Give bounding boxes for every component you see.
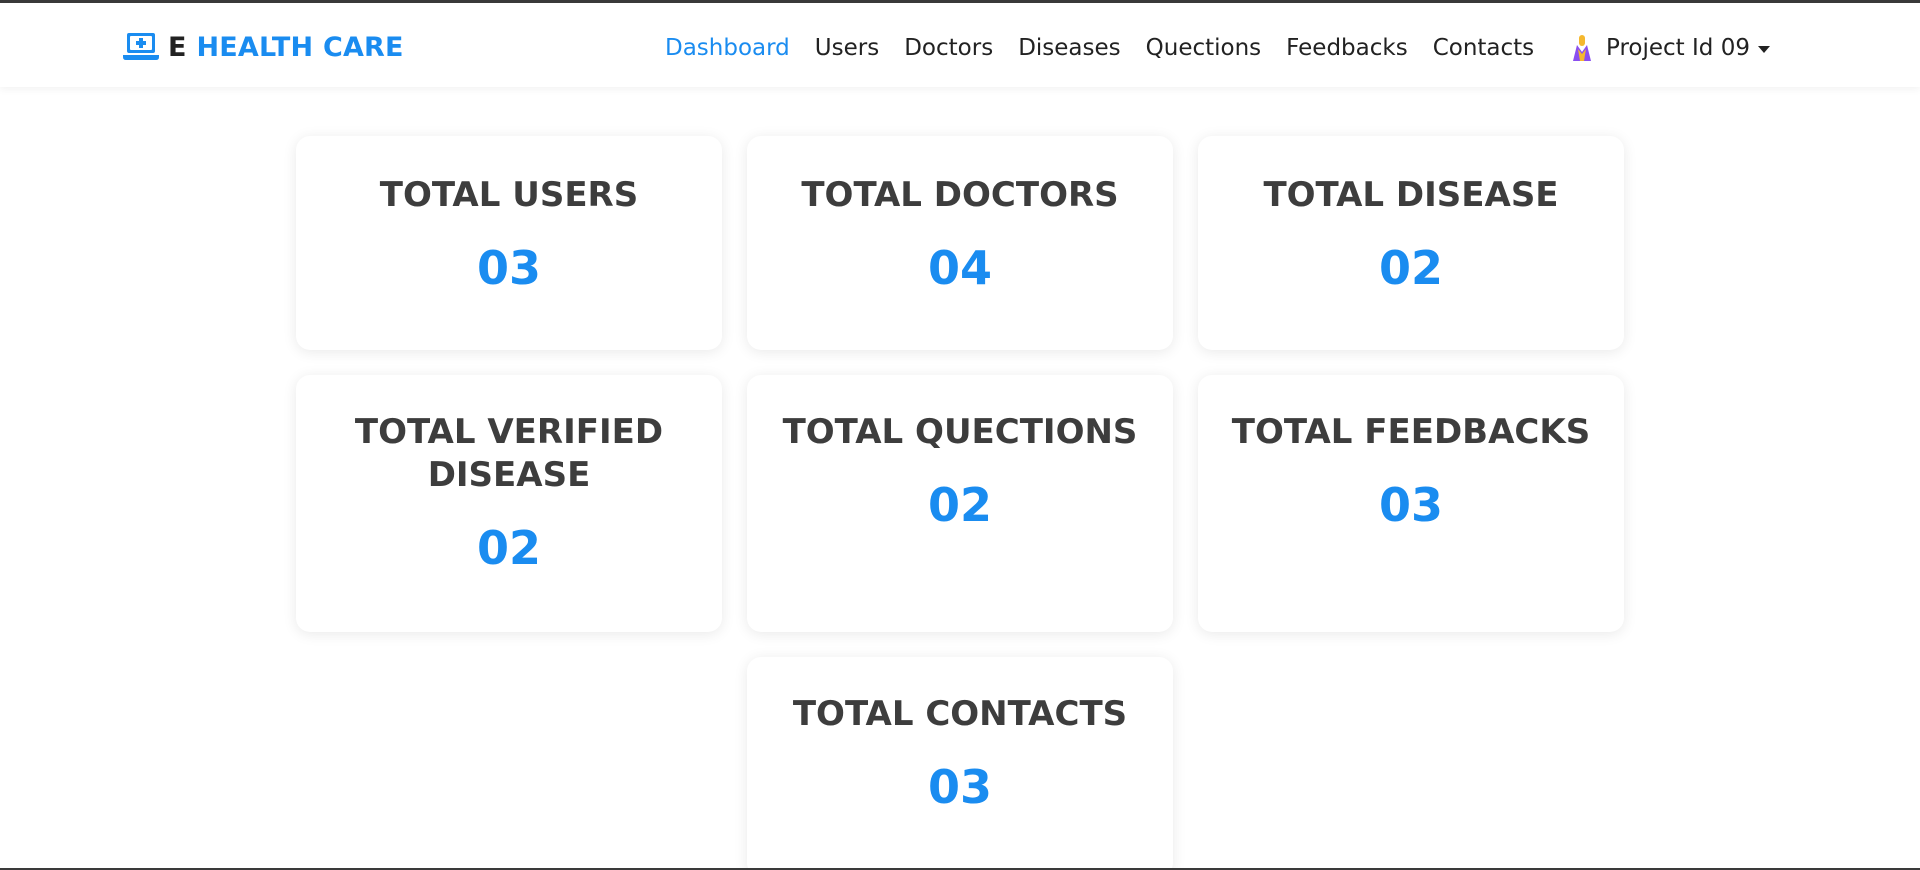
nav-links: Dashboard Users Doctors Diseases Quectio…	[665, 31, 1559, 65]
nav-item-contacts[interactable]: Contacts	[1433, 35, 1534, 61]
laptop-medical-icon	[123, 33, 159, 60]
stat-card-total-verified-disease: TOTAL VERIFIED DISEASE 02	[296, 375, 722, 632]
nav-item-doctors[interactable]: Doctors	[904, 35, 993, 61]
stat-title: TOTAL CONTACTS	[792, 694, 1128, 734]
stat-card-total-feedbacks: TOTAL FEEDBACKS 03	[1198, 375, 1624, 632]
stat-value: 03	[1378, 478, 1443, 532]
user-name: Project Id 09	[1606, 35, 1750, 61]
stat-value: 03	[476, 241, 541, 295]
stat-card-total-doctors: TOTAL DOCTORS 04	[747, 136, 1173, 350]
nav-item-diseases[interactable]: Diseases	[1018, 35, 1120, 61]
brand-name: HEALTH CARE	[196, 31, 404, 63]
stat-title: TOTAL VERIFIED DISEASE	[354, 412, 664, 495]
chevron-down-icon	[1757, 45, 1770, 53]
stat-card-total-users: TOTAL USERS 03	[296, 136, 722, 350]
stat-value: 02	[476, 521, 541, 575]
stat-title: TOTAL QUECTIONS	[782, 412, 1138, 452]
user-menu-dropdown[interactable]: Project Id 09	[1570, 31, 1770, 65]
stat-value: 02	[927, 478, 992, 532]
stat-card-total-contacts: TOTAL CONTACTS 03	[747, 657, 1173, 870]
nav-item-dashboard[interactable]: Dashboard	[665, 35, 790, 61]
nav-item-quections[interactable]: Quections	[1146, 35, 1262, 61]
stat-title: TOTAL DISEASE	[1263, 175, 1559, 215]
top-navbar: E HEALTH CARE Dashboard Users Doctors Di…	[0, 3, 1920, 87]
stat-title: TOTAL DOCTORS	[801, 175, 1119, 215]
stat-card-total-disease: TOTAL DISEASE 02	[1198, 136, 1624, 350]
brand-logo[interactable]: E HEALTH CARE	[122, 29, 404, 65]
nav-item-users[interactable]: Users	[815, 35, 879, 61]
stat-title: TOTAL FEEDBACKS	[1231, 412, 1591, 452]
user-avatar-icon	[1573, 35, 1591, 61]
stat-value: 04	[927, 241, 992, 295]
stat-value: 02	[1378, 241, 1443, 295]
nav-item-feedbacks[interactable]: Feedbacks	[1286, 35, 1408, 61]
stat-value: 03	[927, 760, 992, 814]
stat-card-total-quections: TOTAL QUECTIONS 02	[747, 375, 1173, 632]
brand-prefix: E	[168, 31, 187, 63]
stat-title: TOTAL USERS	[379, 175, 639, 215]
